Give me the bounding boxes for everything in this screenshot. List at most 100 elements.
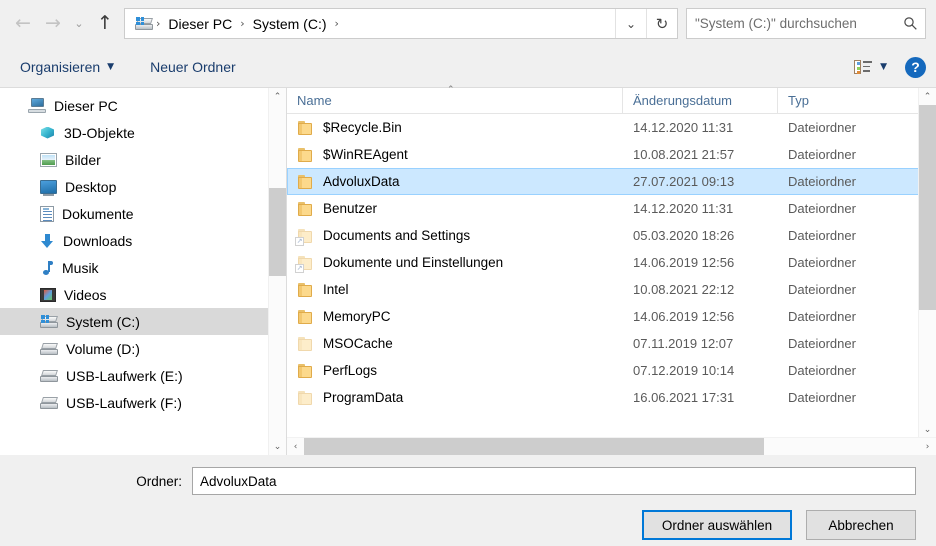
refresh-icon: ↻ [655,14,669,33]
table-row[interactable]: $WinREAgent 10.08.2021 21:57 Dateiordner [287,141,919,168]
breadcrumb-separator: › [240,17,245,30]
file-type: Dateiordner [788,336,856,351]
system-drive-icon [40,315,58,328]
chevron-down-icon: ▼ [880,62,887,72]
scroll-up-icon[interactable]: ⌃ [269,88,286,105]
file-name: Dokumente und Einstellungen [323,255,504,270]
sidebar-item-usb-e[interactable]: USB-Laufwerk (E:) [0,362,286,389]
drive-windows-icon [135,17,153,30]
file-date-cell: 27.07.2021 09:13 [623,169,778,194]
table-row-selected[interactable]: AdvoluxData 27.07.2021 09:13 Dateiordner [287,168,919,195]
arrow-right-icon: → [45,12,61,34]
file-date: 10.08.2021 22:12 [633,282,735,297]
file-type: Dateiordner [788,147,856,162]
up-button[interactable]: ↑ [90,9,120,39]
file-type: Dateiordner [788,363,856,378]
column-header-label: Typ [788,93,809,108]
file-list-scrollbar-thumb[interactable] [919,105,936,310]
folder-tree: Dieser PC 3D-Objekte Bilder Desktop Doku [0,88,286,416]
breadcrumb-item-dieser-pc[interactable]: Dieser PC [163,16,237,32]
column-header-name[interactable]: Name ⌃ [287,85,622,114]
folder-name-input[interactable]: AdvoluxData [192,467,916,495]
desktop-icon [40,179,57,196]
dialog-content: Dieser PC 3D-Objekte Bilder Desktop Doku [0,85,936,455]
hscrollbar-thumb[interactable] [304,438,764,455]
scroll-right-icon[interactable]: › [919,438,936,455]
table-row[interactable]: Intel 10.08.2021 22:12 Dateiordner [287,276,919,303]
toolbar-right-group: ▼ ? [854,56,926,78]
documents-icon [40,205,54,222]
file-type-cell: Dateiordner [778,250,886,275]
back-button[interactable]: ← [8,9,38,39]
sidebar-item-videos[interactable]: Videos [0,281,286,308]
file-name-cell: AdvoluxData [288,169,623,194]
hscrollbar-track[interactable] [304,438,919,455]
search-box[interactable]: "System (C:)" durchsuchen [686,8,926,39]
select-folder-button[interactable]: Ordner auswählen [642,510,792,540]
sidebar-item-system-c[interactable]: System (C:) [0,308,286,335]
file-name: $Recycle.Bin [323,120,402,135]
sidebar-item-musik[interactable]: Musik [0,254,286,281]
file-date: 14.06.2019 12:56 [633,309,735,324]
address-dropdown-button[interactable]: ⌄ [615,9,646,38]
sidebar-scrollbar[interactable]: ⌃ ⌄ [268,88,286,455]
cancel-button[interactable]: Abbrechen [806,510,916,540]
file-name: Documents and Settings [323,228,471,243]
scroll-down-icon[interactable]: ⌄ [269,438,286,455]
organize-button[interactable]: Organisieren ▼ [14,55,120,79]
chevron-down-icon: ⌄ [625,16,637,31]
file-date: 05.03.2020 18:26 [633,228,735,243]
sidebar-scrollbar-thumb[interactable] [269,188,286,276]
file-date: 07.11.2019 12:07 [633,336,734,351]
folder-icon [298,174,314,189]
table-row[interactable]: $Recycle.Bin 14.12.2020 11:31 Dateiordne… [287,114,919,141]
table-row[interactable]: ↗ Dokumente und Einstellungen 14.06.2019… [287,249,919,276]
help-icon[interactable]: ? [905,56,926,78]
column-header-type[interactable]: Typ [777,87,885,114]
table-row[interactable]: ProgramData 16.06.2021 17:31 Dateiordner [287,384,919,411]
table-row[interactable]: MemoryPC 14.06.2019 12:56 Dateiordner [287,303,919,330]
file-type: Dateiordner [788,201,856,216]
sidebar-item-dokumente[interactable]: Dokumente [0,200,286,227]
sidebar-item-desktop[interactable]: Desktop [0,173,286,200]
sidebar-item-usb-f[interactable]: USB-Laufwerk (F:) [0,389,286,416]
table-row[interactable]: PerfLogs 07.12.2019 10:14 Dateiordner [287,357,919,384]
table-row[interactable]: Benutzer 14.12.2020 11:31 Dateiordner [287,195,919,222]
forward-button[interactable]: → [38,9,68,39]
file-date: 14.12.2020 11:31 [633,201,734,216]
scroll-left-icon[interactable]: ‹ [287,438,304,455]
file-date-cell: 14.06.2019 12:56 [623,304,778,329]
recent-locations-button[interactable]: ⌄ [68,9,90,39]
file-list-scrollbar[interactable]: ⌃ ⌄ [918,88,936,438]
folder-icon [298,201,314,216]
sidebar-item-dieser-pc[interactable]: Dieser PC [0,92,286,119]
change-view-button[interactable]: ▼ [854,60,895,74]
column-header-date[interactable]: Änderungsdatum [622,87,777,114]
breadcrumb-separator[interactable]: › [332,17,342,30]
file-name-cell: $WinREAgent [288,142,623,167]
table-row[interactable]: ↗ Documents and Settings 05.03.2020 18:2… [287,222,919,249]
refresh-button[interactable]: ↻ [646,9,677,38]
sidebar-item-downloads[interactable]: Downloads [0,227,286,254]
file-type-cell: Dateiordner [778,385,886,410]
file-type: Dateiordner [788,174,856,189]
scroll-down-icon[interactable]: ⌄ [919,421,936,438]
table-row[interactable]: MSOCache 07.11.2019 12:07 Dateiordner [287,330,919,357]
sidebar-item-3d-objekte[interactable]: 3D-Objekte [0,119,286,146]
address-bar[interactable]: › Dieser PC › System (C:) › ⌄ ↻ [124,8,678,39]
breadcrumb-item-system-c[interactable]: System (C:) [248,16,332,32]
search-input[interactable]: "System (C:)" durchsuchen [687,16,895,31]
downloads-icon [40,233,55,249]
file-name-cell: ↗ Dokumente und Einstellungen [288,250,623,275]
sidebar-item-label: USB-Laufwerk (F:) [66,394,182,411]
new-folder-button[interactable]: Neuer Ordner [144,55,242,79]
music-icon [40,260,54,276]
file-list-hscrollbar[interactable]: ‹ › [287,437,936,455]
file-name: ProgramData [323,390,404,405]
folder-icon [298,147,314,162]
navigation-pane: Dieser PC 3D-Objekte Bilder Desktop Doku [0,88,286,455]
sidebar-item-bilder[interactable]: Bilder [0,146,286,173]
scroll-up-icon[interactable]: ⌃ [919,88,936,105]
sidebar-item-volume-d[interactable]: Volume (D:) [0,335,286,362]
arrow-up-icon: ↑ [97,12,113,34]
